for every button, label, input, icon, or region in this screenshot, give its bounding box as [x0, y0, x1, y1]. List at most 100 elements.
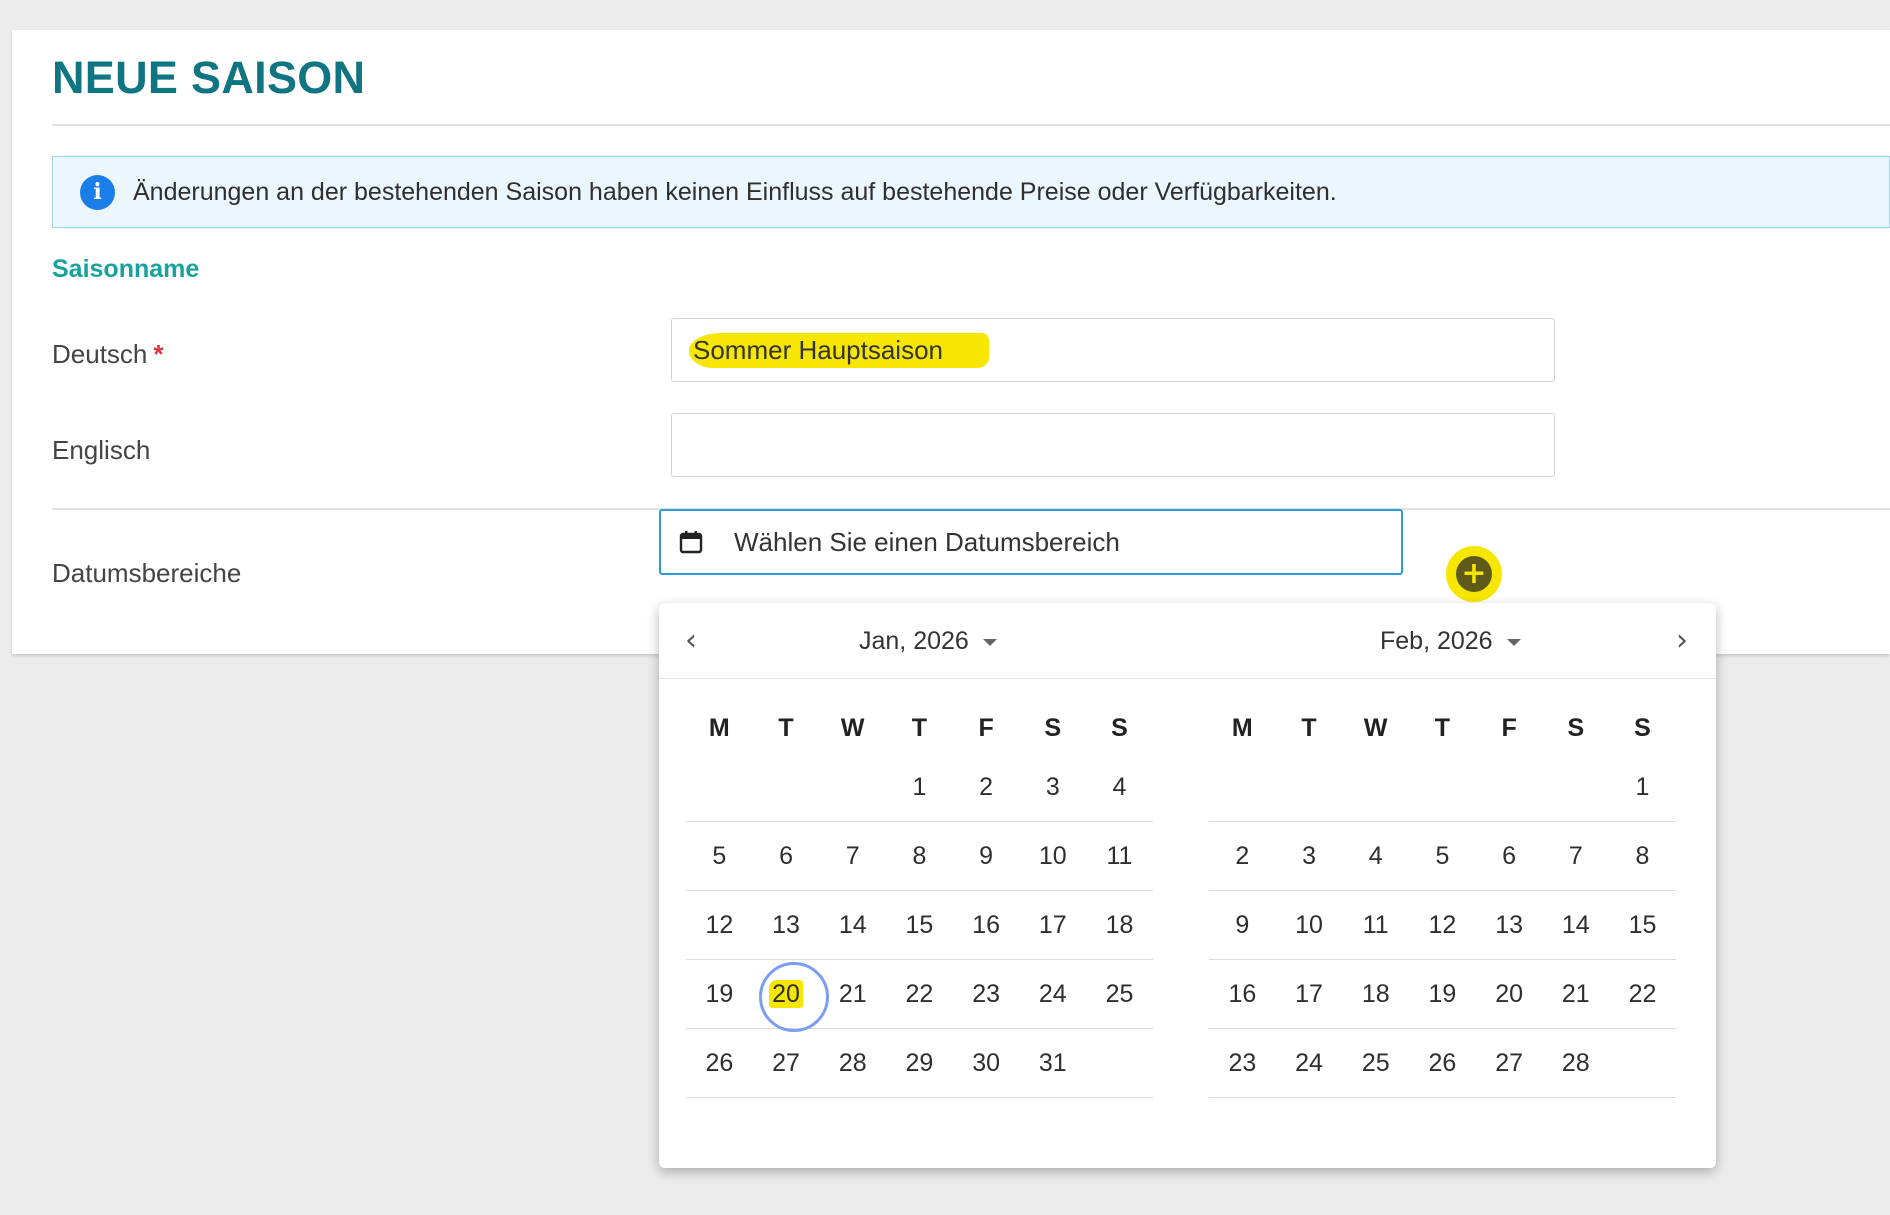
- day-cell[interactable]: 21: [1542, 966, 1609, 1022]
- day-cell[interactable]: 24: [1019, 966, 1086, 1022]
- day-cell[interactable]: 28: [819, 1035, 886, 1091]
- day-cell[interactable]: 6: [753, 828, 820, 884]
- day-cell[interactable]: 22: [1609, 966, 1676, 1022]
- date-range-input[interactable]: Wählen Sie einen Datumsbereich: [659, 509, 1403, 575]
- label-datumsbereiche: Datumsbereiche: [52, 558, 242, 588]
- day-number: 22: [1628, 980, 1657, 1008]
- empty-day-cell: [753, 759, 820, 815]
- day-cell[interactable]: 2: [953, 759, 1020, 815]
- day-cell[interactable]: 25: [1342, 1035, 1409, 1091]
- date-range-placeholder: Wählen Sie einen Datumsbereich: [734, 526, 1120, 557]
- chevron-right-icon[interactable]: ›: [1676, 623, 1688, 658]
- day-cell[interactable]: 10: [1276, 897, 1343, 953]
- day-cell[interactable]: 27: [1476, 1035, 1543, 1091]
- day-cell[interactable]: 12: [686, 897, 753, 953]
- day-cell[interactable]: 2: [1209, 828, 1276, 884]
- day-cell[interactable]: 1: [886, 759, 953, 815]
- day-cell[interactable]: 19: [1409, 966, 1476, 1022]
- day-number: 10: [1038, 842, 1067, 870]
- day-cell[interactable]: 4: [1342, 828, 1409, 884]
- day-cell[interactable]: 11: [1342, 897, 1409, 953]
- day-cell[interactable]: 5: [1409, 828, 1476, 884]
- day-number: 26: [705, 1049, 734, 1077]
- day-cell[interactable]: 9: [953, 828, 1020, 884]
- day-cell[interactable]: 17: [1276, 966, 1343, 1022]
- day-cell[interactable]: 10: [1019, 828, 1086, 884]
- section-label-saisonname: Saisonname: [52, 255, 200, 283]
- day-cell[interactable]: 16: [1209, 966, 1276, 1022]
- add-date-range-button[interactable]: +: [1446, 546, 1502, 602]
- day-number: 19: [705, 980, 734, 1008]
- day-cell[interactable]: 17: [1019, 897, 1086, 953]
- day-cell[interactable]: 24: [1276, 1035, 1343, 1091]
- day-number: 1: [1635, 773, 1650, 801]
- day-cell[interactable]: 5: [686, 828, 753, 884]
- day-cell[interactable]: 8: [1609, 828, 1676, 884]
- deutsch-input[interactable]: Sommer Hauptsaison: [671, 318, 1555, 382]
- day-number: 14: [1561, 911, 1590, 939]
- month-select-right[interactable]: Feb, 2026: [1380, 627, 1521, 656]
- info-banner: i Änderungen an der bestehenden Saison h…: [52, 156, 1890, 228]
- day-cell[interactable]: 28: [1542, 1035, 1609, 1091]
- day-cell[interactable]: 4: [1086, 759, 1153, 815]
- day-cell[interactable]: 11: [1086, 828, 1153, 884]
- day-cell[interactable]: 15: [1609, 897, 1676, 953]
- day-number: 20: [769, 980, 803, 1008]
- weekday-label: F: [978, 713, 994, 742]
- day-cell[interactable]: 12: [1409, 897, 1476, 953]
- week-row: 1: [1209, 753, 1676, 822]
- day-number: 10: [1295, 911, 1323, 939]
- empty-day-cell: [1542, 759, 1609, 815]
- day-cell[interactable]: 23: [953, 966, 1020, 1022]
- day-cell[interactable]: 9: [1209, 897, 1276, 953]
- caret-down-icon: [982, 638, 997, 646]
- day-cell[interactable]: 27: [753, 1035, 820, 1091]
- day-number: 3: [1045, 773, 1060, 801]
- month-select-left[interactable]: Jan, 2026: [859, 627, 997, 656]
- day-cell[interactable]: 26: [686, 1035, 753, 1091]
- weekday-header: MTWTFSS: [686, 703, 1153, 753]
- day-cell[interactable]: 1: [1609, 759, 1676, 815]
- day-cell[interactable]: 13: [1476, 897, 1543, 953]
- day-number: 27: [772, 1049, 800, 1077]
- day-cell[interactable]: 19: [686, 966, 753, 1022]
- day-cell[interactable]: 30: [953, 1035, 1020, 1091]
- englisch-input[interactable]: [671, 413, 1555, 477]
- week-row: 19 20 21 22 23 24 25: [686, 960, 1153, 1032]
- day-cell[interactable]: 3: [1276, 828, 1343, 884]
- day-cell[interactable]: 18: [1342, 966, 1409, 1022]
- weeks-jan: 1 2 3 4 5 6 7 8 9 10 11 12 13 14 15 16 17 18 19 20 21 22 23 24 2…: [686, 753, 1153, 1098]
- day-cell[interactable]: 13: [753, 897, 820, 953]
- day-cell-selected[interactable]: 20: [753, 962, 829, 1032]
- day-cell[interactable]: 16: [953, 897, 1020, 953]
- weekday-label: S: [1044, 713, 1062, 742]
- weekday-label: T: [778, 713, 794, 742]
- week-row: 12 13 14 15 16 17 18: [686, 891, 1153, 960]
- day-number: 4: [1368, 842, 1383, 870]
- day-cell[interactable]: 7: [819, 828, 886, 884]
- day-cell[interactable]: 3: [1019, 759, 1086, 815]
- weekday-label: W: [1363, 713, 1388, 742]
- day-cell[interactable]: 7: [1542, 828, 1609, 884]
- calendar-icon: [679, 531, 703, 554]
- label-deutsch-text: Deutsch: [52, 339, 148, 369]
- day-cell[interactable]: 15: [886, 897, 953, 953]
- day-cell[interactable]: 18: [1086, 897, 1153, 953]
- day-number: 2: [979, 773, 994, 801]
- day-number: 13: [1495, 911, 1523, 939]
- day-cell[interactable]: 25: [1086, 966, 1153, 1022]
- day-cell[interactable]: 29: [886, 1035, 953, 1091]
- day-cell[interactable]: 21: [819, 966, 886, 1022]
- day-cell[interactable]: 14: [1542, 897, 1609, 953]
- day-cell[interactable]: 14: [819, 897, 886, 953]
- day-number: 26: [1428, 1049, 1457, 1077]
- day-cell[interactable]: 23: [1209, 1035, 1276, 1091]
- day-cell[interactable]: 22: [886, 966, 953, 1022]
- day-cell[interactable]: 26: [1409, 1035, 1476, 1091]
- day-cell[interactable]: 31: [1019, 1035, 1086, 1091]
- day-cell[interactable]: 20: [1476, 966, 1543, 1022]
- day-cell[interactable]: 6: [1476, 828, 1543, 884]
- day-number: 9: [979, 842, 994, 870]
- chevron-left-icon[interactable]: ‹: [685, 623, 697, 658]
- day-cell[interactable]: 8: [886, 828, 953, 884]
